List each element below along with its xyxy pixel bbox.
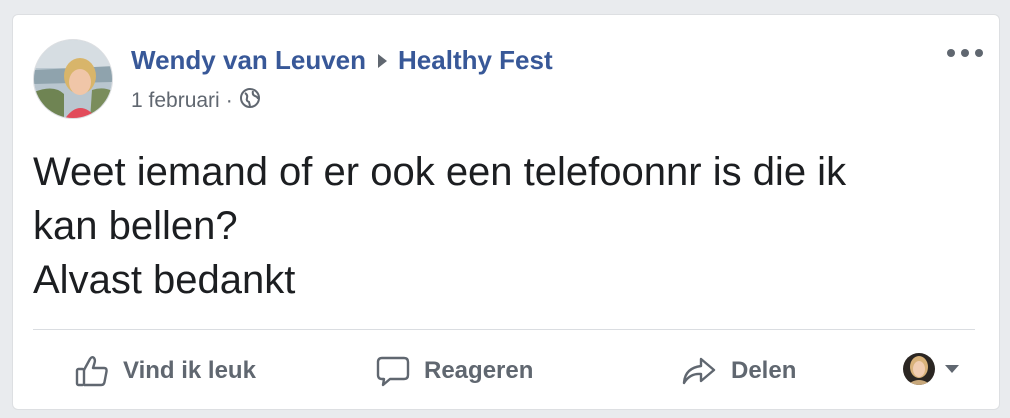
comment-button[interactable]: Reageren: [376, 351, 533, 391]
caret-down-icon: [945, 365, 959, 373]
author-avatar[interactable]: [33, 39, 113, 119]
group-name-link[interactable]: Healthy Fest: [398, 45, 553, 76]
comment-bubble-icon: [376, 356, 410, 387]
thumbs-up-icon: [75, 356, 108, 387]
globe-icon[interactable]: [239, 87, 261, 115]
post-meta: 1 februari ·: [131, 87, 261, 115]
profile-avatar-small: [903, 353, 935, 385]
meta-separator: ·: [225, 89, 233, 112]
author-name-link[interactable]: Wendy van Leuven: [131, 45, 366, 76]
post-text-line: Alvast bedankt: [33, 258, 296, 302]
post-header: Wendy van Leuven Healthy Fest: [131, 45, 553, 76]
like-label: Vind ik leuk: [123, 357, 256, 384]
post-date-link[interactable]: 1 februari: [131, 89, 220, 113]
posted-in-arrow-icon: [378, 53, 388, 68]
post-body: Weet iemand of er ook een telefoonnr is …: [33, 145, 963, 307]
post-text-line: kan bellen?: [33, 204, 238, 248]
more-options-icon[interactable]: [947, 43, 983, 63]
post-card: Wendy van Leuven Healthy Fest 1 februari…: [12, 14, 1000, 410]
like-button[interactable]: Vind ik leuk: [75, 351, 256, 391]
share-label: Delen: [731, 357, 797, 384]
share-button[interactable]: Delen: [681, 351, 796, 391]
actions-divider: [33, 329, 975, 330]
reaction-profile-selector[interactable]: [903, 353, 959, 385]
post-text-line: Weet iemand of er ook een telefoonnr is …: [33, 150, 847, 194]
comment-label: Reageren: [424, 357, 534, 384]
share-arrow-icon: [682, 357, 716, 385]
